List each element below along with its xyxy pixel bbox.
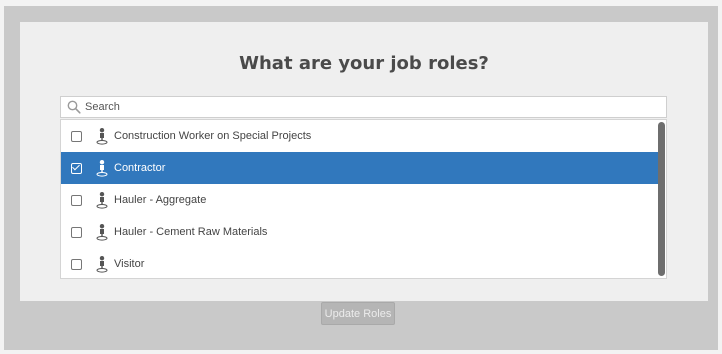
role-label: Hauler - Cement Raw Materials <box>114 226 268 238</box>
map-pin-person-icon <box>96 223 108 241</box>
list-scrollbar[interactable] <box>658 122 665 276</box>
role-checkbox[interactable] <box>71 226 82 238</box>
map-pin-person-icon <box>96 127 108 145</box>
role-list-item[interactable]: Construction Worker on Special Projects <box>61 120 658 152</box>
role-list[interactable]: Construction Worker on Special Projects … <box>60 119 667 279</box>
role-label: Contractor <box>114 162 166 174</box>
map-pin-person-icon <box>96 159 108 177</box>
role-list-item[interactable]: Contractor <box>61 152 658 184</box>
role-label: Visitor <box>114 258 145 270</box>
role-checkbox[interactable] <box>71 194 82 206</box>
search-box[interactable] <box>60 96 667 118</box>
update-roles-button[interactable]: Update Roles <box>321 302 395 325</box>
search-input[interactable] <box>85 98 645 116</box>
role-list-item[interactable]: Hauler - Cement Raw Materials <box>61 216 658 248</box>
map-pin-person-icon <box>96 191 108 209</box>
role-label: Hauler - Aggregate <box>114 194 207 206</box>
dialog-title: What are your job roles? <box>239 53 489 74</box>
role-checkbox[interactable] <box>71 130 82 142</box>
dialog-panel: What are your job roles? Search Construc… <box>20 22 708 301</box>
dialog-frame: What are your job roles? Search Construc… <box>4 6 718 350</box>
checkmark-icon <box>72 162 80 170</box>
map-pin-person-icon <box>96 255 108 273</box>
role-list-item[interactable]: Hauler - Aggregate <box>61 184 658 216</box>
search-icon <box>63 97 85 117</box>
role-list-item[interactable]: Visitor <box>61 248 658 278</box>
role-checkbox[interactable] <box>71 258 82 270</box>
role-checkbox[interactable] <box>71 162 82 174</box>
role-label: Construction Worker on Special Projects <box>114 130 312 142</box>
